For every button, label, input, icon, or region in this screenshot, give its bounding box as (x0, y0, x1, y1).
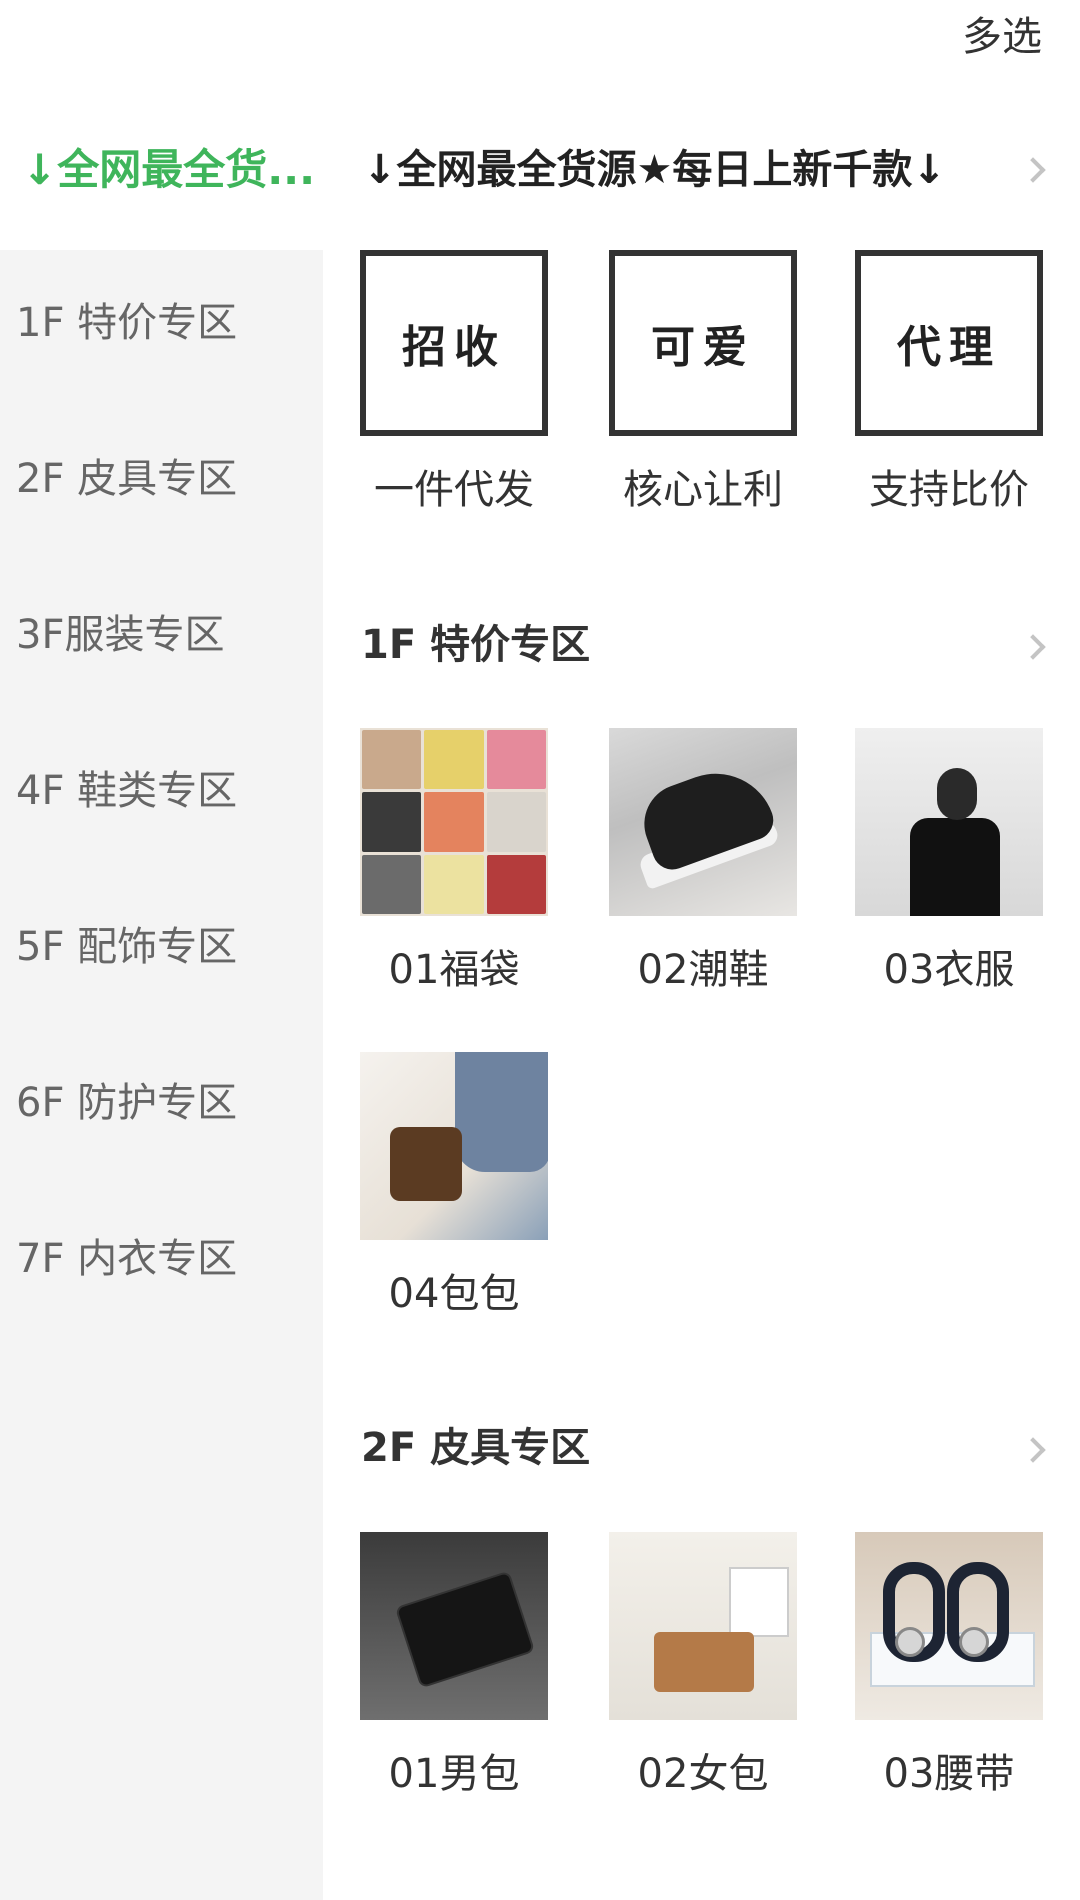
sidebar-item-2f[interactable]: 2F 皮具专区 (16, 449, 316, 509)
promo-caption: 支持比价 (869, 467, 1029, 513)
chevron-right-icon[interactable] (1020, 1437, 1046, 1463)
item-label[interactable]: 02潮鞋 (583, 942, 823, 998)
sidebar-item-4f[interactable]: 4F 鞋类专区 (16, 761, 316, 821)
sidebar-item-6f[interactable]: 6F 防护专区 (16, 1073, 316, 1133)
chevron-right-icon[interactable] (1020, 634, 1046, 660)
item-label[interactable]: 01男包 (334, 1746, 574, 1802)
thumb-black-tshirt[interactable] (855, 728, 1043, 916)
sidebar: 1F 特价专区 2F 皮具专区 3F服装专区 4F 鞋类专区 5F 配饰专区 6… (0, 250, 323, 1900)
sidebar-item-1f[interactable]: 1F 特价专区 (16, 293, 316, 353)
sidebar-item-3f[interactable]: 3F服装专区 (16, 605, 316, 665)
sidebar-item-5f[interactable]: 5F 配饰专区 (16, 917, 316, 977)
item-label[interactable]: 01福袋 (334, 942, 574, 998)
sidebar-item-active[interactable]: ↓全网最全货... (22, 140, 312, 200)
thumb-clothing-collage[interactable] (360, 728, 548, 916)
promo-card-cute[interactable]: 可爱 (609, 250, 797, 436)
item-label[interactable]: 02女包 (583, 1746, 823, 1802)
chevron-right-icon[interactable] (1020, 157, 1046, 183)
sidebar-item-7f[interactable]: 7F 内衣专区 (16, 1229, 316, 1289)
promo-card-recruit[interactable]: 招收 (360, 250, 548, 436)
item-label[interactable]: 03衣服 (829, 942, 1069, 998)
item-label[interactable]: 03腰带 (829, 1746, 1069, 1802)
promo-caption: 核心让利 (623, 467, 783, 513)
main-content: ↓全网最全货源★每日上新千款↓ 招收 可爱 代理 一件代发 核心让利 支持比价 … (323, 0, 1080, 1900)
thumb-black-wallet[interactable] (360, 1532, 548, 1720)
promo-card-agent[interactable]: 代理 (855, 250, 1043, 436)
section-title-1f[interactable]: 1F 特价专区 (361, 617, 590, 673)
thumb-black-sneaker[interactable] (609, 728, 797, 916)
app-root: 多选 ↓全网最全货... 1F 特价专区 2F 皮具专区 3F服装专区 4F 鞋… (0, 0, 1080, 1900)
item-label[interactable]: 04包包 (334, 1266, 574, 1322)
thumb-tan-handbag[interactable] (609, 1532, 797, 1720)
banner-title[interactable]: ↓全网最全货源★每日上新千款↓ (363, 140, 1003, 200)
promo-caption: 一件代发 (374, 467, 534, 513)
thumb-brown-bag[interactable] (360, 1052, 548, 1240)
thumb-leather-belts[interactable] (855, 1532, 1043, 1720)
section-title-2f[interactable]: 2F 皮具专区 (361, 1420, 590, 1476)
